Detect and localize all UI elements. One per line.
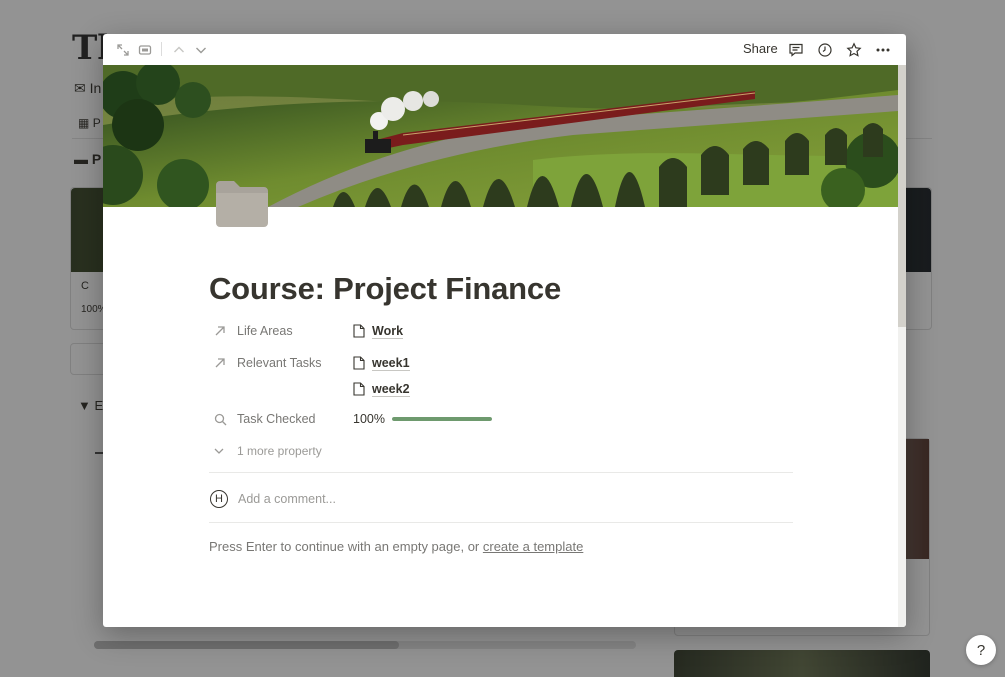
page-title[interactable]: Course: Project Finance <box>209 271 561 307</box>
property-life-areas: Life Areas Work <box>209 319 793 343</box>
create-template-link[interactable]: create a template <box>483 539 583 554</box>
property-label-text: Relevant Tasks <box>237 356 322 370</box>
divider <box>209 472 793 473</box>
relation-item[interactable]: week1 <box>353 356 410 371</box>
comment-icon[interactable] <box>788 42 804 58</box>
empty-page-hint-text: Press Enter to continue with an empty pa… <box>209 539 483 554</box>
more-properties-label: 1 more property <box>237 444 322 458</box>
property-label-text: Task Checked <box>237 412 316 426</box>
more-icon[interactable] <box>875 42 891 58</box>
property-relevant-tasks-cont: week2 <box>209 377 793 401</box>
property-value[interactable]: Work <box>353 319 404 343</box>
progress-indicator: 100% <box>353 412 492 426</box>
chevron-up-icon[interactable] <box>171 42 187 58</box>
peek-mode-icon[interactable] <box>137 42 153 58</box>
property-label[interactable]: Relevant Tasks <box>209 351 349 375</box>
relation-item[interactable]: Work <box>353 323 404 339</box>
progress-percent: 100% <box>353 412 385 426</box>
share-button[interactable]: Share <box>739 40 782 57</box>
property-value[interactable]: 100% <box>353 407 492 431</box>
search-icon <box>213 412 227 426</box>
document-icon <box>353 324 365 338</box>
comment-input[interactable]: H Add a comment... <box>209 487 336 511</box>
help-button[interactable]: ? <box>966 635 996 665</box>
arrow-up-right-icon <box>213 356 227 370</box>
page-peek-modal: Share Course: Project Finance Life Areas… <box>103 34 906 627</box>
more-properties-toggle[interactable]: 1 more property <box>209 441 322 461</box>
folder-icon[interactable] <box>213 177 271 229</box>
empty-page-hint: Press Enter to continue with an empty pa… <box>209 539 583 554</box>
progress-bar-fill <box>391 417 492 421</box>
star-icon[interactable] <box>846 42 862 58</box>
clock-icon[interactable] <box>817 42 833 58</box>
relation-item[interactable]: week2 <box>353 382 410 397</box>
relation-item-label: week2 <box>372 381 410 397</box>
modal-scroll-thumb[interactable] <box>898 65 906 327</box>
avatar: H <box>210 490 228 508</box>
document-icon <box>353 356 365 370</box>
relation-item-label: Work <box>372 323 404 339</box>
property-label-text: Life Areas <box>237 324 293 338</box>
property-relevant-tasks: Relevant Tasks week1 <box>209 351 793 375</box>
property-value[interactable]: week1 <box>353 351 410 375</box>
document-icon <box>353 382 365 396</box>
divider <box>209 522 793 523</box>
property-label[interactable]: Task Checked <box>209 407 349 431</box>
property-value[interactable]: week2 <box>353 377 410 401</box>
property-task-checked: Task Checked 100% <box>209 407 793 431</box>
progress-bar <box>391 417 492 421</box>
arrow-up-right-icon <box>213 324 227 338</box>
property-label[interactable]: Life Areas <box>209 319 349 343</box>
expand-icon[interactable] <box>115 42 131 58</box>
chevron-down-icon[interactable] <box>193 42 209 58</box>
modal-toolbar: Share <box>103 34 906 65</box>
relation-item-label: week1 <box>372 355 410 371</box>
modal-vertical-scrollbar[interactable] <box>898 65 906 627</box>
comment-placeholder: Add a comment... <box>238 492 336 506</box>
chevron-down-icon <box>213 445 227 457</box>
toolbar-separator <box>161 42 162 56</box>
